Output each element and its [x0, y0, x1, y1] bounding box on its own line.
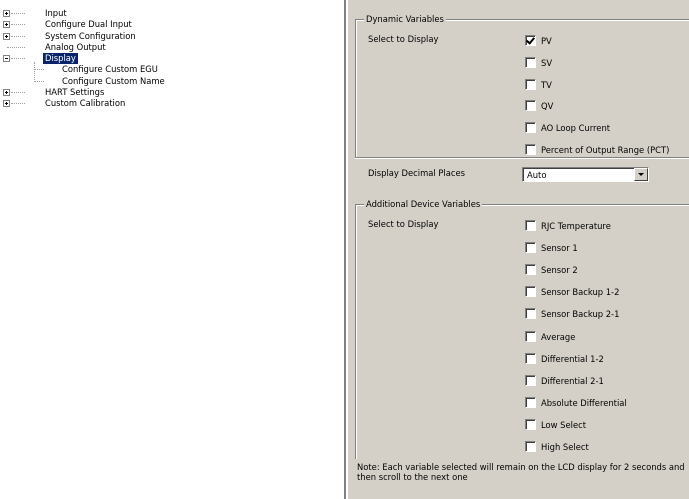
checkbox[interactable] — [525, 35, 536, 46]
checkbox-label: AO Loop Current — [541, 123, 611, 134]
tree-item-analog-output[interactable]: Analog Output — [0, 42, 340, 53]
checkbox-label: Differential 1-2 — [541, 353, 604, 364]
additional-select-label: Select to Display — [368, 219, 439, 229]
expand-icon[interactable] — [3, 100, 10, 107]
additional-variables-title: Additional Device Variables — [364, 199, 483, 210]
checkbox[interactable] — [525, 374, 536, 386]
checkbox-label: TV — [541, 79, 552, 90]
expand-icon[interactable] — [3, 21, 10, 29]
checkbox[interactable] — [525, 78, 536, 90]
tree-connector — [11, 103, 25, 104]
checkbox[interactable] — [525, 418, 536, 430]
checkbox-label: Differential 2-1 — [541, 375, 604, 386]
checkbox-label: High Select — [541, 442, 589, 452]
checkbox-label: RJC Temperature — [541, 221, 611, 231]
checkbox[interactable] — [525, 264, 536, 276]
decimal-places-label: Display Decimal Places — [368, 168, 465, 178]
tree-item-label: Configure Custom EGU — [62, 64, 158, 75]
checkbox[interactable] — [525, 242, 536, 254]
checkbox[interactable] — [525, 122, 536, 134]
tree-connector — [11, 91, 25, 93]
checkbox[interactable] — [525, 144, 536, 155]
checkbox[interactable] — [525, 352, 536, 364]
expand-icon[interactable] — [3, 88, 10, 96]
tree-connector — [11, 35, 25, 37]
checkbox-label: Low Select — [541, 419, 586, 430]
display-note: Note: Each variable selected will remain… — [357, 462, 685, 482]
checkbox-label: Sensor 2 — [541, 265, 578, 276]
tree-item-label: Input — [45, 8, 67, 18]
additional-variables-group: Additional Device Variables — [355, 199, 689, 459]
tree-item-display[interactable]: Display — [0, 53, 340, 64]
tree-item-label: System Configuration — [45, 30, 136, 41]
tree-item-custom-calibration[interactable]: Custom Calibration — [0, 98, 340, 109]
tree-item-label: Configure Custom Name — [62, 75, 165, 86]
tree-connector — [11, 58, 25, 59]
checkbox[interactable] — [525, 330, 536, 342]
navigation-tree: Input Configure Dual Input System Configur… — [0, 0, 344, 499]
checkbox-label: PV — [541, 36, 552, 46]
checkbox[interactable] — [525, 56, 536, 68]
tree-item-label: Display — [43, 53, 78, 64]
separator — [355, 157, 689, 159]
checkbox-label: Percent of Output Range (PCT) — [541, 145, 670, 155]
tree-item-input[interactable]: Input — [0, 8, 340, 19]
checkbox[interactable] — [525, 286, 536, 298]
checkbox[interactable] — [525, 441, 536, 452]
expand-icon[interactable] — [3, 32, 10, 40]
checkbox-label: QV — [541, 101, 554, 112]
tree-item-configure-dual-input[interactable]: Configure Dual Input — [0, 19, 340, 30]
tree-item-hart-settings[interactable]: HART Settings — [0, 87, 340, 98]
decimal-places-value: Auto — [527, 170, 547, 180]
tree-connector — [34, 62, 35, 82]
tree-connector — [34, 80, 44, 82]
tree-item-label: HART Settings — [45, 86, 105, 97]
tree-connector — [11, 24, 25, 26]
tree-item-configure-custom-egu[interactable]: Configure Custom EGU — [0, 64, 340, 75]
tree-connector — [34, 69, 44, 71]
expand-icon[interactable] — [3, 10, 10, 17]
tree-item-configure-custom-name[interactable]: Configure Custom Name — [0, 76, 340, 87]
tree-connector — [7, 46, 25, 48]
dynamic-select-label: Select to Display — [368, 34, 439, 44]
decimal-places-dropdown[interactable]: Auto — [522, 167, 649, 182]
chevron-down-icon[interactable] — [634, 168, 648, 181]
tree-connector — [11, 13, 25, 14]
tree-item-system-configuration[interactable]: System Configuration — [0, 31, 340, 42]
display-settings-panel: Dynamic Variables Select to Display PV SV… — [354, 0, 689, 499]
checkbox-label: SV — [541, 57, 553, 68]
tree-item-label: Configure Dual Input — [45, 19, 132, 30]
checkbox-label: Sensor Backup 1-2 — [541, 287, 620, 298]
checkbox[interactable] — [525, 220, 536, 231]
tree-item-label: Analog Output — [45, 41, 106, 52]
checkbox-label: Average — [541, 331, 576, 342]
checkbox[interactable] — [525, 100, 536, 112]
checkbox[interactable] — [525, 308, 536, 320]
checkbox[interactable] — [525, 396, 536, 408]
collapse-icon[interactable] — [3, 55, 10, 62]
checkbox-label: Sensor Backup 2-1 — [541, 309, 620, 320]
checkbox-label: Sensor 1 — [541, 243, 578, 254]
dynamic-variables-title: Dynamic Variables — [364, 14, 446, 25]
checkbox-label: Absolute Differential — [541, 397, 627, 408]
tree-item-label: Custom Calibration — [45, 98, 126, 108]
